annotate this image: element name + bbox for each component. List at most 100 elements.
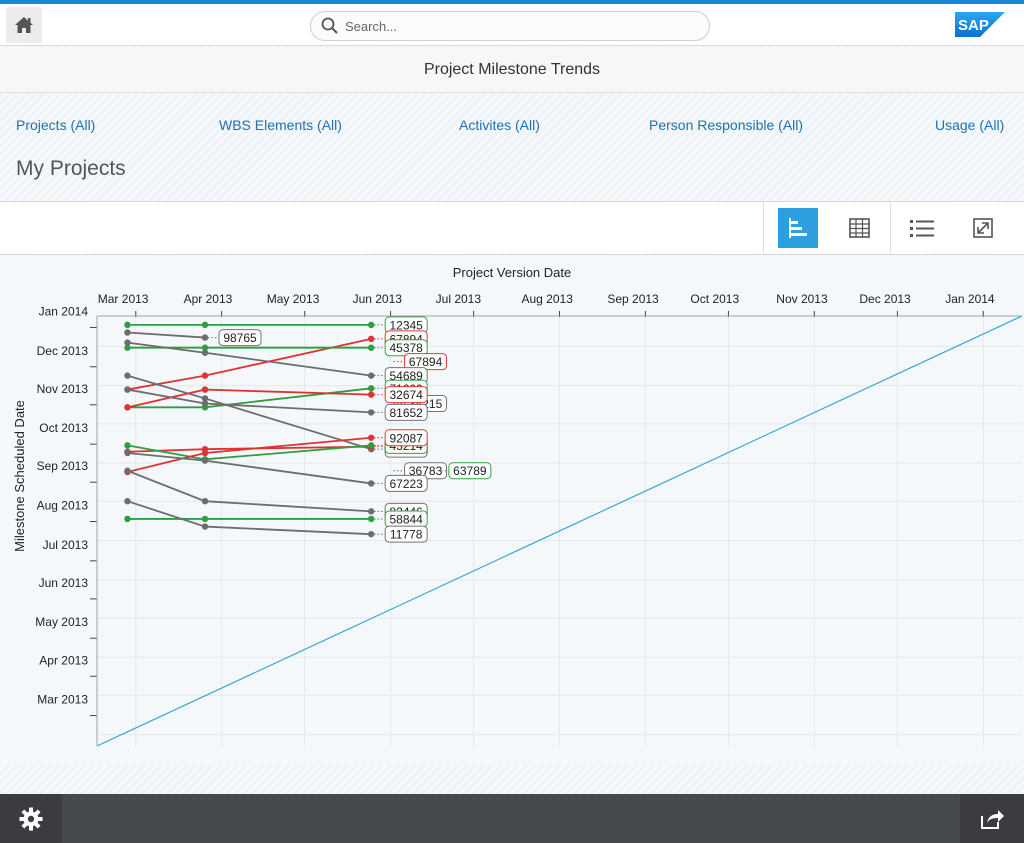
footer-bar [0,794,1024,843]
series-line-98765 [127,331,206,339]
data-label: 58844 [389,512,423,526]
y-tick-label: Apr 2013 [39,653,88,667]
list-icon [910,220,934,237]
data-label: 12345 [389,318,423,332]
series-line-67223 [127,452,372,485]
series-point [201,386,209,393]
x-tick-label: May 2013 [267,292,320,306]
x-tick-label: Nov 2013 [776,292,828,306]
fullscreen-icon [973,218,993,238]
series-point [367,515,375,523]
data-label: 63789 [453,464,487,478]
y-tick-label: May 2013 [35,615,88,629]
fullscreen-button[interactable] [963,208,1003,248]
chart-view-button[interactable] [778,208,818,248]
sap-logo: SAP [955,12,1005,37]
series-point [367,442,375,449]
series-point [124,442,131,449]
toolbar-separator [763,202,764,254]
x-tick-label: Mar 2013 [98,292,149,306]
series-point [201,372,209,379]
data-label: 32674 [389,388,423,402]
series-point [201,349,209,356]
bar-chart-icon [789,218,807,238]
series-point [124,449,131,457]
y-tick-label: Jul 2013 [43,538,89,552]
series-line-11778 [127,500,372,536]
series-point [124,339,131,346]
series-point [367,344,375,351]
x-tick-label: Aug 2013 [522,292,574,306]
page-title-bar: Project Milestone Trends [0,47,1024,93]
y-tick-label: Jun 2013 [39,576,89,590]
filter-activities[interactable]: Activites (All) [459,117,540,133]
series-point [367,434,375,441]
table-view-button[interactable] [840,208,880,248]
series-point [124,321,131,329]
chart-toolbar [0,201,1024,255]
data-label: 98765 [223,331,257,345]
y-tick-label: Oct 2013 [39,421,88,435]
page-title: Project Milestone Trends [423,60,601,78]
filter-projects[interactable]: Projects (All) [16,117,95,133]
search-icon [321,17,338,34]
series-point [367,372,375,379]
filter-person-responsible[interactable]: Person Responsible (All) [649,117,803,133]
chart-y-axis-label: Milestone Scheduled Date [12,400,27,552]
settings-icon [19,807,43,830]
chart-container: Project Version Date Milestone Scheduled… [0,256,1024,766]
series-point [124,329,131,336]
series-point [367,508,375,515]
milestone-trend-chart: Project Version Date Milestone Scheduled… [12,265,1023,747]
series-point [201,449,209,457]
series-point [367,335,375,343]
share-button[interactable] [960,794,1024,843]
y-tick-label: Mar 2013 [37,693,88,707]
series-point [124,515,131,523]
series-point [124,467,131,474]
table-icon [849,218,870,238]
y-tick-label: Dec 2013 [37,344,89,358]
chart-title: Project Version Date [453,265,572,280]
x-tick-label: Jan 2014 [945,292,995,306]
settings-button[interactable] [0,794,62,843]
series-point [124,404,131,411]
series-point [124,497,131,505]
filter-usage[interactable]: Usage (All) [935,117,1004,133]
series-point [201,334,209,341]
series-point [367,385,375,392]
data-label: 67223 [389,477,423,491]
home-icon [15,17,33,33]
home-button[interactable] [6,7,42,43]
toolbar-separator [890,202,891,254]
series-point [201,497,209,505]
series-point [367,409,375,416]
data-label: 92087 [389,431,423,445]
series-point [367,321,375,329]
y-tick-label: Nov 2013 [37,382,89,396]
series-point [201,457,209,464]
series-point [201,523,209,530]
series-point [201,395,209,402]
section-title: My Projects [16,157,126,180]
filter-wbs-elements[interactable]: WBS Elements (All) [219,117,342,133]
search-box[interactable] [310,11,710,41]
list-view-button[interactable] [902,208,942,248]
x-tick-label: Oct 2013 [690,292,739,306]
data-label: 81652 [389,406,423,420]
series-line-34578 [127,374,372,451]
series-point [367,391,375,398]
x-tick-label: Jul 2013 [436,292,482,306]
y-tick-label: Jan 2014 [39,304,89,318]
filter-bar: Projects (All) WBS Elements (All) Activi… [0,117,1024,137]
share-icon [981,809,1004,829]
series-point [367,530,375,538]
x-tick-label: Dec 2013 [859,292,911,306]
series-point [124,386,131,393]
y-tick-label: Sep 2013 [37,459,89,473]
data-label: 67894 [409,355,443,369]
search-input[interactable] [345,18,685,34]
series-line-82446 [127,469,372,513]
x-tick-label: Sep 2013 [607,292,659,306]
y-tick-label: Aug 2013 [37,499,89,513]
